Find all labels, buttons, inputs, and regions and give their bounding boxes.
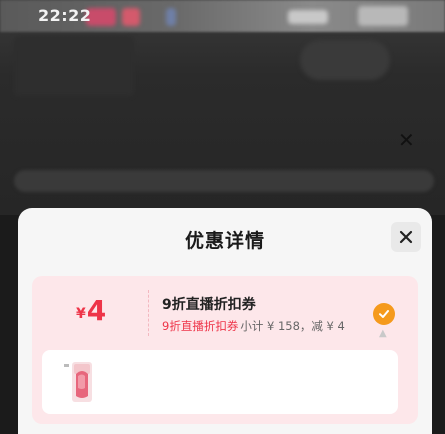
background-blob [14, 36, 134, 96]
coupon-calculation: 小计 ¥ 158，减 ¥ 4 [240, 319, 345, 333]
chevron-up-icon[interactable]: ▲ [379, 328, 387, 339]
close-icon [399, 230, 413, 244]
lipstick-product-image [64, 362, 92, 402]
sheet-title: 优惠详情 [184, 230, 265, 252]
background-promo-strip [0, 124, 445, 154]
background-page: ✕ 22:22 [0, 0, 445, 215]
coupon-card[interactable]: ¥4 9折直播折扣券 9折直播折扣券 小计 ¥ 158，减 ¥ 4 ▲ [32, 276, 418, 424]
product-list [42, 350, 398, 414]
status-time: 22:22 [38, 6, 92, 25]
check-circle-icon[interactable] [373, 303, 395, 325]
coupon-amount: ¥4 [76, 294, 106, 327]
coupon-subtitle: 9折直播折扣券 小计 ¥ 158，减 ¥ 4 [162, 318, 345, 334]
product-thumbnail[interactable] [54, 358, 106, 406]
background-blob [358, 6, 408, 26]
background-blob [122, 8, 140, 26]
coupon-name: 9折直播折扣券 [162, 297, 256, 313]
coupon-divider [148, 290, 149, 336]
check-mark-icon [379, 310, 389, 318]
coupon-amount-value: 4 [86, 294, 107, 327]
background-blob [288, 10, 328, 24]
background-input-bar [14, 170, 434, 192]
background-blob [166, 8, 176, 26]
coupon-details-sheet: 优惠详情 ¥4 9折直播折扣券 9折直播折扣券 小计 ¥ 158，减 ¥ 4 ▲ [18, 208, 432, 434]
coupon-currency: ¥ [76, 306, 86, 322]
coupon-subtitle-label: 9折直播折扣券 [162, 319, 239, 333]
background-blob [300, 40, 390, 80]
background-close-icon: ✕ [398, 128, 415, 152]
close-button[interactable] [391, 222, 421, 252]
